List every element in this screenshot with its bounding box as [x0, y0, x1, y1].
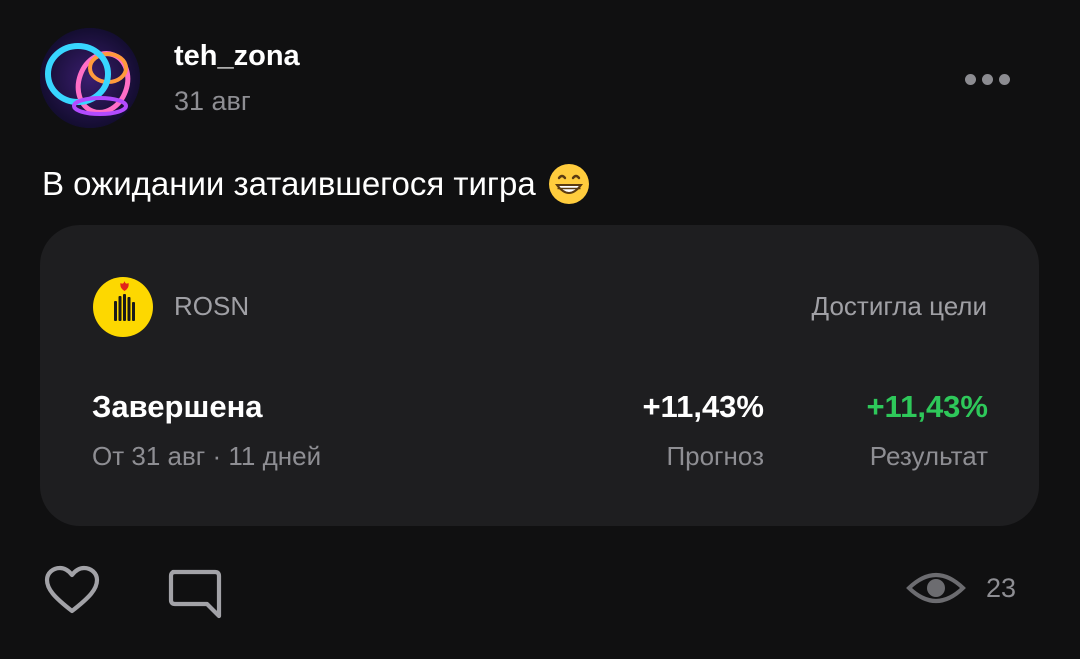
author-avatar[interactable] — [40, 28, 140, 128]
idea-state-title: Завершена — [92, 389, 263, 424]
post-text-row: В ожидании затаившегося тигра — [42, 162, 590, 206]
ticker-name: ROSN — [174, 291, 250, 321]
forecast-value: +11,43% — [642, 389, 764, 424]
rosneft-logo-icon — [93, 277, 153, 337]
views-counter: 23 — [906, 566, 1026, 610]
neon-rings-avatar-icon — [40, 28, 140, 128]
grinning-face-emoji-icon — [548, 164, 589, 204]
more-dot-icon — [999, 74, 1010, 85]
idea-card[interactable]: ROSN Достигла цели Завершена От 31 авг ·… — [40, 225, 1039, 526]
result-value: +11,43% — [866, 389, 988, 424]
author-name[interactable]: teh_zona — [174, 40, 300, 73]
idea-state-subtitle: От 31 авг · 11 дней — [92, 441, 322, 471]
more-dot-icon — [965, 74, 976, 85]
post-date: 31 авг — [174, 86, 251, 116]
post-text: В ожидании затаившегося тигра — [42, 165, 536, 202]
status-label: Достигла цели — [811, 291, 987, 321]
comment-icon — [168, 569, 222, 619]
views-count: 23 — [986, 572, 1017, 603]
more-dot-icon — [982, 74, 993, 85]
like-button[interactable] — [44, 565, 100, 615]
comment-button[interactable] — [167, 568, 223, 620]
post: teh_zona 31 авг В ожидании затаившегося … — [0, 0, 1080, 659]
result-label: Результат — [869, 441, 988, 471]
forecast-label: Прогноз — [666, 441, 764, 471]
more-options-button[interactable] — [958, 60, 1018, 100]
eye-icon — [906, 573, 966, 603]
heart-icon — [44, 565, 100, 614]
